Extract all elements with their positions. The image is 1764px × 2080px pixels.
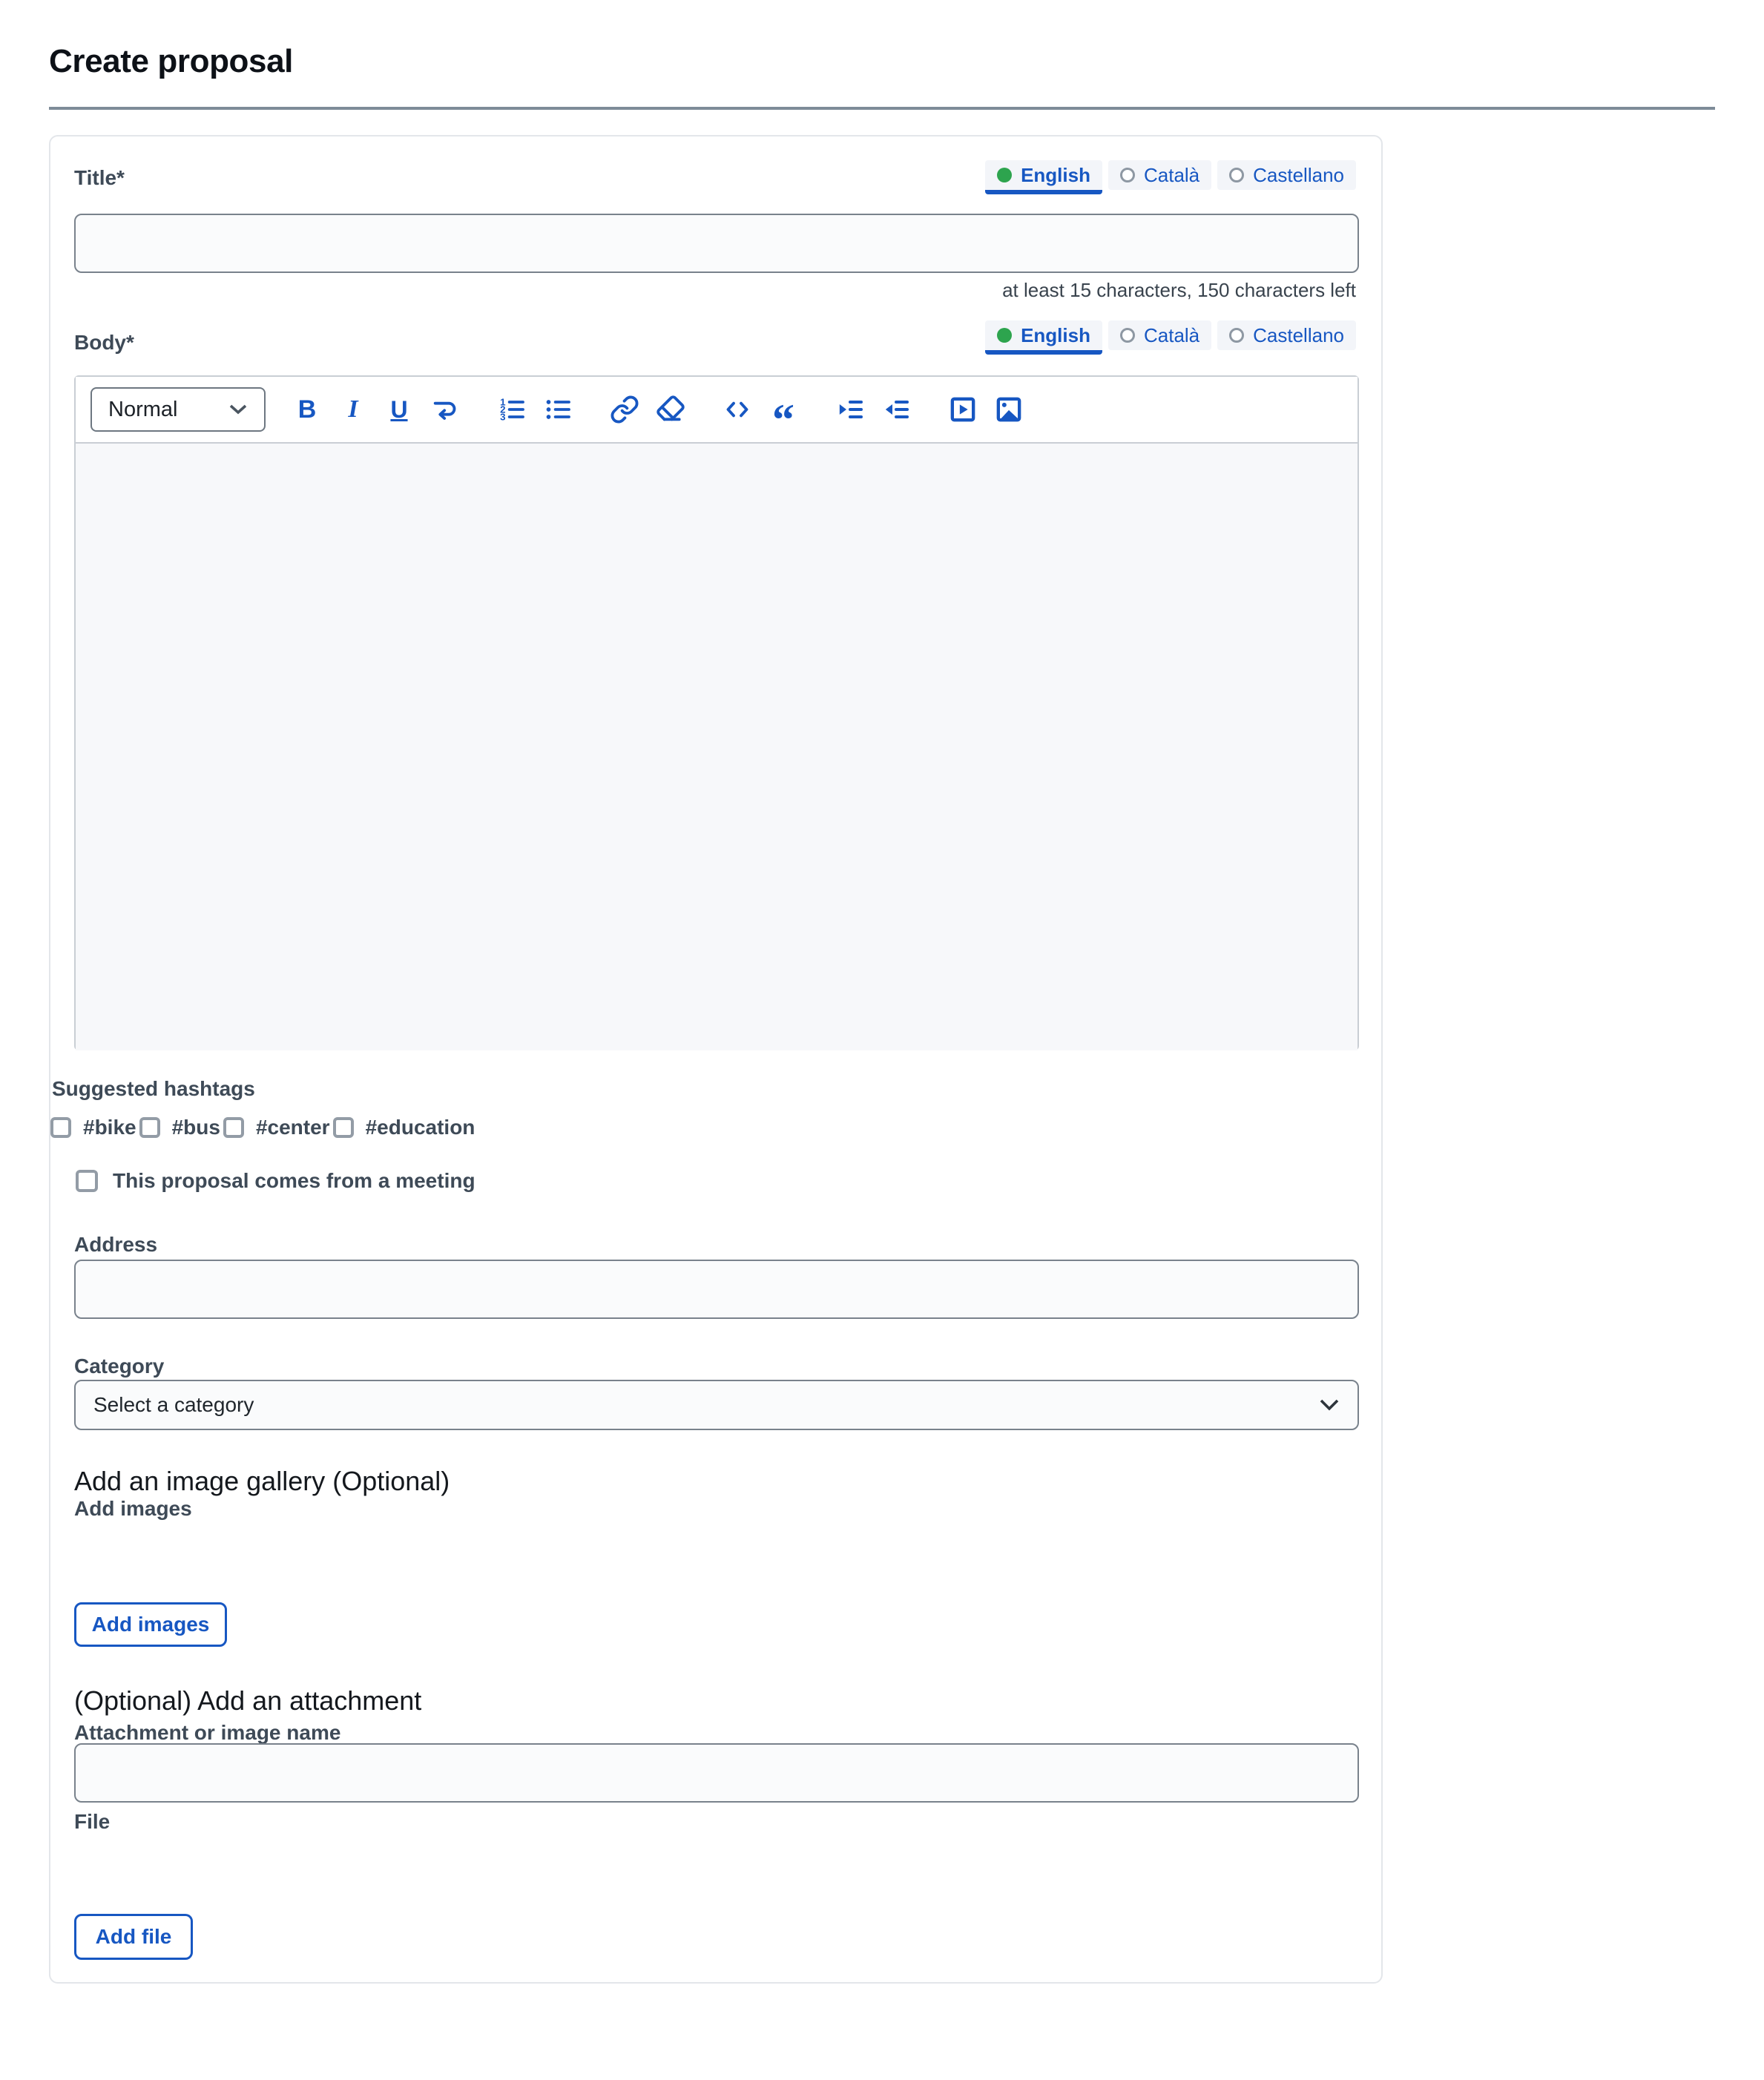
meeting-checkbox[interactable] bbox=[76, 1170, 98, 1192]
attachment-file-label: File bbox=[74, 1810, 110, 1834]
language-tab-castellano-body[interactable]: Castellano bbox=[1217, 320, 1356, 350]
language-tab-label: Castellano bbox=[1253, 164, 1344, 187]
language-tab-english-body[interactable]: English bbox=[985, 320, 1102, 355]
attachment-name-input[interactable] bbox=[74, 1743, 1359, 1803]
hashtag-option: #bus bbox=[139, 1116, 223, 1139]
video-icon bbox=[948, 395, 978, 424]
hashtag-option: #education bbox=[333, 1116, 478, 1139]
bullet-list-button[interactable] bbox=[542, 389, 574, 430]
address-label: Address bbox=[74, 1233, 157, 1257]
code-icon bbox=[723, 395, 752, 424]
page-title: Create proposal bbox=[49, 43, 293, 80]
meeting-checkbox-label: This proposal comes from a meeting bbox=[113, 1169, 475, 1193]
editor-toolbar: Normal B I U 123 bbox=[76, 377, 1357, 444]
code-button[interactable] bbox=[721, 389, 754, 430]
link-icon bbox=[610, 395, 639, 424]
language-tab-castellano-title[interactable]: Castellano bbox=[1217, 160, 1356, 190]
title-label: Title* bbox=[74, 166, 125, 190]
category-select[interactable]: Select a category bbox=[74, 1380, 1359, 1430]
radio-selected-icon bbox=[997, 328, 1012, 343]
paragraph-style-value: Normal bbox=[108, 398, 177, 422]
radio-unselected-icon bbox=[1120, 328, 1135, 343]
meeting-origin-row: This proposal comes from a meeting bbox=[76, 1169, 475, 1193]
language-tab-catala-body[interactable]: Català bbox=[1108, 320, 1211, 350]
language-tab-catala-title[interactable]: Català bbox=[1108, 160, 1211, 190]
hashtag-checkbox-bus[interactable] bbox=[139, 1117, 160, 1138]
underline-icon: U bbox=[390, 396, 407, 424]
hashtag-option: #bike bbox=[50, 1116, 139, 1139]
hashtag-label: #center bbox=[256, 1116, 330, 1139]
hashtag-options-row: #bike #bus #center #education bbox=[50, 1116, 478, 1139]
language-tab-english-title[interactable]: English bbox=[985, 160, 1102, 194]
hashtag-option: #center bbox=[223, 1116, 333, 1139]
outdent-icon bbox=[881, 395, 911, 424]
eraser-icon bbox=[656, 395, 685, 424]
category-selected-value: Select a category bbox=[93, 1393, 254, 1417]
chevron-down-icon bbox=[1319, 1398, 1340, 1412]
divider bbox=[49, 107, 1715, 110]
language-tab-label: Castellano bbox=[1253, 324, 1344, 347]
image-icon bbox=[994, 395, 1024, 424]
add-file-button[interactable]: Add file bbox=[74, 1914, 193, 1960]
italic-icon: I bbox=[348, 395, 358, 424]
hashtag-label: #education bbox=[366, 1116, 475, 1139]
clear-format-button[interactable] bbox=[654, 389, 687, 430]
bullet-list-icon bbox=[543, 395, 573, 424]
proposal-form-card: English Català Castellano Title* at leas… bbox=[49, 135, 1383, 1984]
bold-icon: B bbox=[298, 395, 317, 424]
gallery-section-heading: Add an image gallery (Optional) bbox=[74, 1466, 450, 1497]
language-tab-label: English bbox=[1021, 164, 1090, 187]
radio-selected-icon bbox=[997, 168, 1012, 182]
hashtag-checkbox-center[interactable] bbox=[223, 1117, 244, 1138]
line-wrap-button[interactable] bbox=[429, 389, 461, 430]
blockquote-icon: “ bbox=[772, 392, 794, 427]
indent-button[interactable] bbox=[834, 389, 866, 430]
svg-text:3: 3 bbox=[500, 411, 505, 422]
title-input[interactable] bbox=[74, 214, 1359, 273]
category-label: Category bbox=[74, 1355, 164, 1378]
language-tab-label: Català bbox=[1144, 324, 1199, 347]
language-tab-label: English bbox=[1021, 324, 1090, 347]
italic-button[interactable]: I bbox=[337, 389, 369, 430]
paragraph-style-select[interactable]: Normal bbox=[90, 387, 266, 432]
ordered-list-button[interactable]: 123 bbox=[496, 389, 528, 430]
title-char-hint: at least 15 characters, 150 characters l… bbox=[1002, 279, 1356, 302]
body-label: Body* bbox=[74, 331, 134, 355]
radio-unselected-icon bbox=[1120, 168, 1135, 182]
chevron-down-icon bbox=[228, 404, 248, 415]
link-button[interactable] bbox=[608, 389, 641, 430]
hashtag-label: #bike bbox=[83, 1116, 136, 1139]
bold-button[interactable]: B bbox=[291, 389, 323, 430]
radio-unselected-icon bbox=[1229, 328, 1244, 343]
radio-unselected-icon bbox=[1229, 168, 1244, 182]
hashtag-checkbox-education[interactable] bbox=[333, 1117, 354, 1138]
hashtag-checkbox-bike[interactable] bbox=[50, 1117, 71, 1138]
attachment-name-label: Attachment or image name bbox=[74, 1721, 340, 1745]
image-button[interactable] bbox=[993, 389, 1025, 430]
outdent-button[interactable] bbox=[880, 389, 912, 430]
indent-icon bbox=[835, 395, 865, 424]
line-wrap-icon bbox=[430, 395, 460, 424]
body-language-tabs: English Català Castellano bbox=[985, 320, 1356, 355]
rich-text-editor: Normal B I U 123 bbox=[74, 375, 1359, 1050]
language-tab-label: Català bbox=[1144, 164, 1199, 187]
suggested-hashtags-label: Suggested hashtags bbox=[52, 1077, 255, 1101]
ordered-list-icon: 123 bbox=[497, 395, 527, 424]
add-images-button[interactable]: Add images bbox=[74, 1602, 227, 1647]
address-input[interactable] bbox=[74, 1260, 1359, 1319]
underline-button[interactable]: U bbox=[383, 389, 415, 430]
gallery-images-label: Add images bbox=[74, 1497, 192, 1521]
blockquote-button[interactable]: “ bbox=[767, 389, 800, 430]
create-proposal-page: Create proposal English Català Castellan… bbox=[0, 0, 1764, 2080]
hashtag-label: #bus bbox=[172, 1116, 220, 1139]
title-language-tabs: English Català Castellano bbox=[985, 160, 1356, 194]
body-editor-content[interactable] bbox=[76, 444, 1357, 1050]
attachment-section-heading: (Optional) Add an attachment bbox=[74, 1685, 421, 1717]
video-button[interactable] bbox=[947, 389, 979, 430]
